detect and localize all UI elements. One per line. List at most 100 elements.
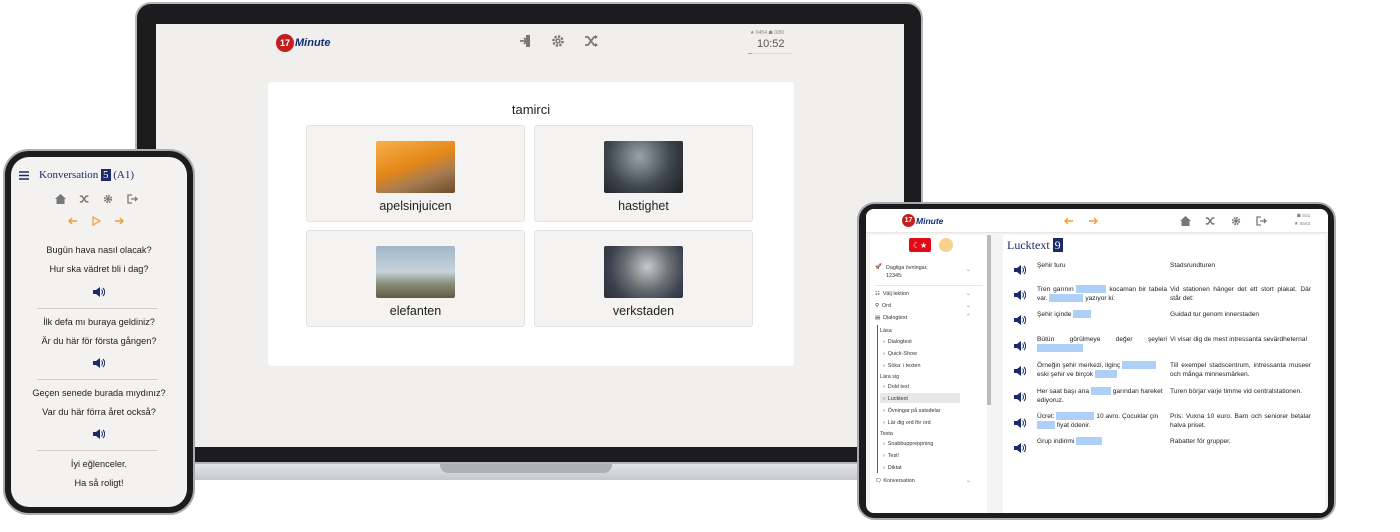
sidebar-subitem[interactable]: › Lär dig ord för ord bbox=[883, 420, 931, 426]
sidebar-subitem[interactable]: › Söka: i texten bbox=[883, 363, 920, 369]
gap-blank[interactable] bbox=[1056, 412, 1095, 421]
chevron-down-icon[interactable]: ⌄ bbox=[966, 303, 971, 309]
subitem-label: Övningar på satsdelar bbox=[887, 408, 941, 414]
chevron-down-icon[interactable]: ⌄ bbox=[966, 291, 971, 297]
sidebar-subitem[interactable]: › Dialogtext bbox=[883, 339, 912, 345]
turkish-text: Grup indirimi bbox=[1037, 437, 1167, 446]
brand-logo[interactable]: 17 Minute bbox=[902, 214, 943, 227]
back-arrow-icon[interactable] bbox=[1063, 217, 1073, 225]
swedish-text: Guidad tur genom innerstaden bbox=[1170, 311, 1260, 318]
text-fragment: Tren garının bbox=[1037, 286, 1074, 293]
option-card[interactable]: elefanten bbox=[306, 230, 525, 327]
speaker-icon[interactable] bbox=[93, 287, 105, 297]
tablet-screen: 17 Minute ☗ 501 ★ 5563 ☾★ 🚀 Dagliga övni… bbox=[866, 209, 1328, 513]
speaker-icon[interactable] bbox=[1014, 366, 1026, 376]
text-fragment: Ücret: bbox=[1037, 413, 1055, 420]
swedish-text: Turen börjar varje timme vid centralstat… bbox=[1170, 388, 1303, 395]
divider bbox=[37, 308, 157, 309]
option-card[interactable]: apelsinjuicen bbox=[306, 125, 525, 222]
turkish-flag-icon[interactable]: ☾★ bbox=[909, 238, 931, 252]
sidebar-subitem[interactable]: › Snabbuppreppning bbox=[883, 441, 933, 447]
sidebar-subitem[interactable]: › Diktat bbox=[883, 465, 902, 471]
logout-icon[interactable] bbox=[127, 194, 138, 204]
text-fragment: Örneğin şehir merkezi, ilginç bbox=[1037, 362, 1121, 369]
gap-blank[interactable] bbox=[1073, 310, 1092, 319]
gap-blank[interactable] bbox=[1049, 294, 1084, 303]
option-label: verkstaden bbox=[612, 304, 675, 318]
swedish-text: Till exempel stadscentrum, intressanta m… bbox=[1170, 362, 1311, 378]
lesson-number: 9 bbox=[1052, 238, 1063, 252]
option-label: hastighet bbox=[618, 199, 669, 213]
speaker-icon[interactable] bbox=[93, 429, 105, 439]
sidebar-scrollbar[interactable] bbox=[987, 235, 991, 405]
logout-icon[interactable] bbox=[1256, 216, 1267, 226]
sidebar-subitem[interactable]: › Dold text bbox=[883, 384, 909, 390]
turkish-text: Ücret: 10 avro. Çocuklar çin fiyat ödeni… bbox=[1037, 412, 1167, 430]
gear-icon[interactable] bbox=[103, 194, 113, 204]
speaker-icon[interactable] bbox=[1014, 418, 1026, 428]
option-card[interactable]: hastighet bbox=[534, 125, 753, 222]
chevron-down-icon[interactable]: ⌄ bbox=[966, 478, 971, 484]
shuffle-icon[interactable] bbox=[79, 194, 90, 204]
forward-arrow-icon[interactable] bbox=[115, 217, 125, 225]
turkish-sentence: Bugün hava nasıl olacak? bbox=[46, 245, 152, 255]
home-icon[interactable] bbox=[1180, 216, 1191, 226]
gap-blank[interactable] bbox=[1090, 387, 1111, 396]
sidebar-subitem[interactable]: › Quick-Show bbox=[883, 351, 917, 357]
gap-blank[interactable] bbox=[1122, 361, 1157, 370]
ord-label: Ord bbox=[881, 303, 891, 309]
sidebar-item-konversation[interactable]: 🗨 Konversation bbox=[875, 478, 915, 484]
tree-line bbox=[877, 325, 878, 473]
option-label: elefanten bbox=[389, 304, 442, 318]
gap-blank[interactable] bbox=[1076, 285, 1107, 294]
divider bbox=[37, 379, 157, 380]
text-fragment: Şehir turu bbox=[1037, 262, 1066, 269]
speaker-icon[interactable] bbox=[1014, 443, 1026, 453]
chevron-up-icon[interactable]: ⌃ bbox=[966, 314, 971, 320]
speaker-icon[interactable] bbox=[1014, 315, 1026, 325]
swedish-text: Pris: Vuxna 10 euro. Barn och seniorer b… bbox=[1170, 413, 1311, 429]
gap-blank[interactable] bbox=[1094, 370, 1117, 379]
gear-icon[interactable] bbox=[1231, 216, 1241, 226]
shuffle-icon[interactable] bbox=[584, 34, 599, 48]
sidebar-subitem-active[interactable]: › Lucktext bbox=[883, 396, 908, 402]
subitem-label: Test! bbox=[887, 453, 900, 459]
menu-icon[interactable] bbox=[19, 171, 29, 180]
option-card[interactable]: verkstaden bbox=[534, 230, 753, 327]
turkish-text: Her saat başı ana garından hareket ediyo… bbox=[1037, 387, 1167, 405]
avatar[interactable] bbox=[939, 238, 953, 252]
speaker-icon[interactable] bbox=[1014, 392, 1026, 402]
speaker-icon[interactable] bbox=[1014, 290, 1026, 300]
sidebar-subitem[interactable]: › Test! bbox=[883, 453, 899, 459]
home-icon[interactable] bbox=[55, 194, 66, 204]
divider bbox=[875, 285, 983, 286]
forward-arrow-icon[interactable] bbox=[1089, 217, 1099, 225]
sidebar-item-dialogtext[interactable]: ▤ Dialogtext bbox=[875, 315, 907, 321]
exit-icon[interactable] bbox=[518, 34, 532, 48]
chevron-down-icon[interactable]: ⌄ bbox=[966, 267, 971, 273]
gap-blank[interactable] bbox=[1037, 344, 1083, 353]
sidebar-item-valj[interactable]: ☷ Välj lektion bbox=[875, 291, 909, 297]
speaker-icon[interactable] bbox=[1014, 265, 1026, 275]
daily-id: 12345: bbox=[886, 273, 903, 279]
gear-icon[interactable] bbox=[551, 34, 565, 48]
shuffle-icon[interactable] bbox=[1205, 216, 1216, 226]
speaker-icon[interactable] bbox=[93, 358, 105, 368]
swedish-text: Vid stationen hänger det ett stort plaka… bbox=[1170, 286, 1311, 302]
sidebar-item-daily[interactable]: Dagliga övningar, 12345: bbox=[886, 264, 928, 280]
sidebar-subitem[interactable]: › Övningar på satsdelar bbox=[883, 408, 941, 414]
timer-bar bbox=[748, 53, 792, 54]
text-fragment: fiyat ödenir. bbox=[1056, 422, 1091, 429]
brand-logo[interactable]: 17 Minute bbox=[276, 34, 330, 52]
stats: ☗ 501 ★ 5563 bbox=[1294, 214, 1311, 227]
speaker-icon[interactable] bbox=[1014, 341, 1026, 351]
konv-label: Konversation bbox=[883, 478, 915, 484]
sidebar-item-ord[interactable]: ⚲ Ord bbox=[875, 303, 891, 309]
play-icon[interactable] bbox=[92, 216, 101, 226]
stats-points: 501 bbox=[1302, 214, 1311, 219]
lesson-number: 5 bbox=[101, 169, 111, 181]
gap-blank[interactable] bbox=[1076, 437, 1103, 446]
text-fragment: Bütün bbox=[1037, 336, 1055, 343]
gap-blank[interactable] bbox=[1037, 421, 1055, 430]
back-arrow-icon[interactable] bbox=[67, 217, 77, 225]
